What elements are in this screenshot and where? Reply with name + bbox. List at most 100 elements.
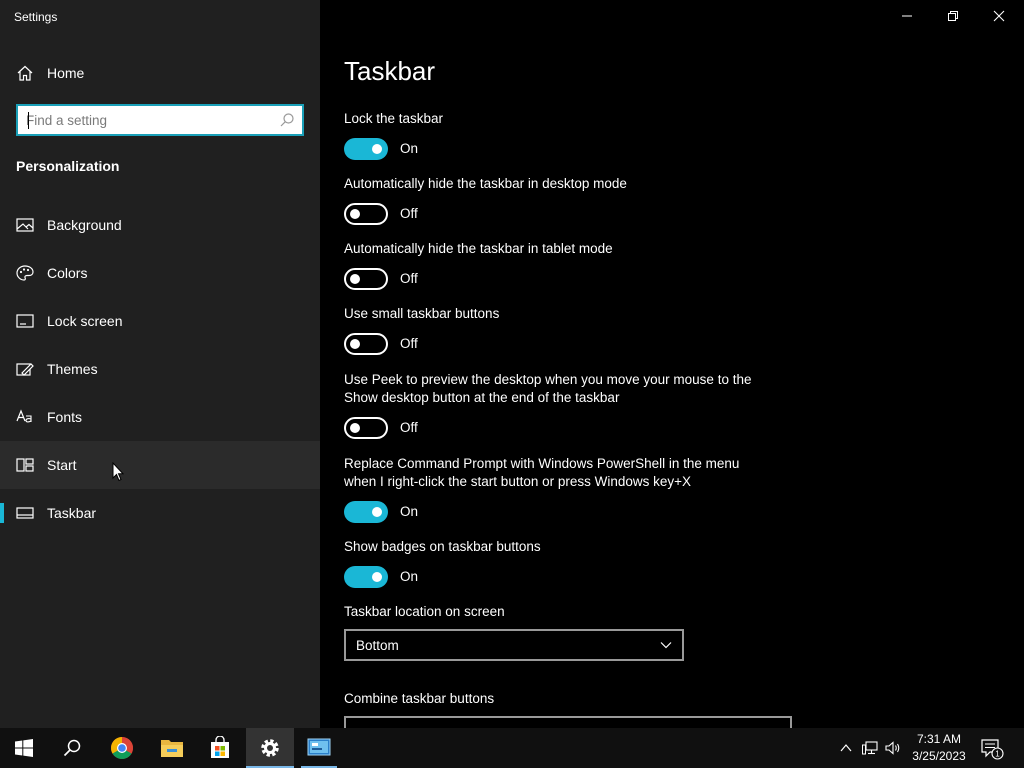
- sidebar-item-label: Background: [47, 217, 122, 233]
- setting-label: Automatically hide the taskbar in tablet…: [344, 241, 613, 256]
- sidebar-item-label: Colors: [47, 265, 88, 281]
- chrome-button[interactable]: [98, 728, 146, 768]
- main-panel: Taskbar Lock the taskbar On Automaticall…: [320, 0, 1024, 728]
- dropdown-value: Bottom: [356, 638, 399, 653]
- notification-icon[interactable]: 1: [980, 738, 1004, 760]
- toggle-knob: [350, 274, 360, 284]
- clock-time: 7:31 AM: [916, 732, 962, 746]
- setting-label: Use Peek to preview the desktop when you…: [344, 372, 752, 405]
- minimize-button[interactable]: [884, 0, 930, 32]
- themes-icon: [16, 363, 34, 376]
- toggle-state-label: Off: [400, 420, 418, 435]
- chevron-up-icon[interactable]: [838, 740, 854, 756]
- toggle-row: Off: [344, 268, 544, 290]
- search-input[interactable]: [26, 111, 276, 129]
- start-icon: [16, 458, 34, 472]
- store-icon: [211, 736, 229, 758]
- settings-button[interactable]: [246, 728, 294, 768]
- restore-icon: [948, 11, 958, 21]
- store-button[interactable]: [196, 728, 244, 768]
- toggle-row: On: [344, 501, 544, 523]
- control-panel-button[interactable]: [295, 728, 343, 768]
- setting-label: Taskbar location on screen: [344, 604, 505, 619]
- sidebar-item-background[interactable]: Background: [0, 201, 320, 249]
- sidebar: Settings Home Personalization Background…: [0, 0, 320, 728]
- minimize-icon: [902, 15, 912, 17]
- toggle-row: Off: [344, 203, 544, 225]
- toggle-state-label: On: [400, 141, 419, 156]
- page-title: Taskbar: [344, 56, 436, 86]
- sidebar-item-label: Start: [47, 457, 77, 473]
- toggle-state-label: Off: [400, 206, 418, 221]
- sidebar-item-label: Themes: [47, 361, 98, 377]
- clock[interactable]: 7:31 AM 3/25/2023: [908, 731, 970, 765]
- fonts-icon: [16, 409, 32, 423]
- toggle-switch[interactable]: [344, 203, 388, 225]
- home-label: Home: [47, 65, 85, 81]
- toggle-switch[interactable]: [344, 417, 388, 439]
- toggle-switch[interactable]: [344, 138, 388, 160]
- notification-count: 1: [995, 750, 1000, 759]
- setting-autohide-tablet: Automatically hide the taskbar in tablet…: [344, 240, 804, 290]
- setting-powershell: Replace Command Prompt with Windows Powe…: [344, 455, 764, 523]
- close-icon: [993, 10, 1005, 22]
- chrome-icon: [111, 737, 133, 759]
- sidebar-item-lock-screen[interactable]: Lock screen: [0, 297, 320, 345]
- mouse-cursor-icon: [112, 462, 124, 482]
- taskbar-icon: [16, 507, 34, 519]
- setting-label: Combine taskbar buttons: [344, 691, 495, 706]
- selection-indicator: [0, 503, 4, 523]
- search-icon[interactable]: [280, 113, 294, 127]
- setting-badges: Show badges on taskbar buttons On: [344, 538, 804, 588]
- toggle-state-label: On: [400, 504, 419, 519]
- chevron-down-icon: [660, 642, 672, 649]
- toggle-switch[interactable]: [344, 501, 388, 523]
- sidebar-item-label: Taskbar: [47, 505, 97, 521]
- combine-buttons-dropdown[interactable]: [344, 716, 792, 728]
- text-caret: [28, 112, 29, 129]
- setting-lock-taskbar: Lock the taskbar On: [344, 110, 804, 160]
- toggle-knob: [372, 572, 382, 582]
- toggle-knob: [350, 209, 360, 219]
- search-icon: [63, 739, 81, 757]
- setting-label: Replace Command Prompt with Windows Powe…: [344, 456, 740, 489]
- network-icon[interactable]: [862, 740, 878, 756]
- toggle-state-label: Off: [400, 271, 418, 286]
- taskbar: 7:31 AM 3/25/2023 1: [0, 728, 1024, 768]
- section-title: Personalization: [16, 158, 120, 174]
- search-box[interactable]: [16, 104, 304, 136]
- toggle-knob: [372, 507, 382, 517]
- close-button[interactable]: [976, 0, 1022, 32]
- setting-label: Use small taskbar buttons: [344, 306, 500, 321]
- search-button[interactable]: [48, 728, 96, 768]
- toggle-switch[interactable]: [344, 566, 388, 588]
- setting-label: Show badges on taskbar buttons: [344, 539, 541, 554]
- home-icon: [17, 65, 33, 81]
- sidebar-item-colors[interactable]: Colors: [0, 249, 320, 297]
- toggle-row: On: [344, 566, 544, 588]
- file-explorer-icon: [161, 740, 183, 757]
- palette-icon: [16, 265, 34, 281]
- windows-logo-icon: [15, 739, 33, 757]
- app-title: Settings: [14, 10, 58, 24]
- sidebar-item-themes[interactable]: Themes: [0, 345, 320, 393]
- volume-icon[interactable]: [885, 740, 901, 756]
- sidebar-item-start[interactable]: Start: [0, 441, 320, 489]
- settings-icon: [261, 739, 279, 757]
- start-button[interactable]: [0, 728, 48, 768]
- sidebar-item-taskbar[interactable]: Taskbar: [0, 489, 320, 537]
- sidebar-item-label: Lock screen: [47, 313, 123, 329]
- toggle-row: Off: [344, 417, 544, 439]
- sidebar-item-fonts[interactable]: Fonts: [0, 393, 320, 441]
- clock-date: 3/25/2023: [912, 749, 966, 763]
- sidebar-item-label: Fonts: [47, 409, 83, 425]
- file-explorer-button[interactable]: [148, 728, 196, 768]
- toggle-knob: [350, 339, 360, 349]
- toggle-switch[interactable]: [344, 268, 388, 290]
- restore-button[interactable]: [930, 0, 976, 32]
- setting-location: Taskbar location on screen: [344, 603, 804, 621]
- toggle-switch[interactable]: [344, 333, 388, 355]
- toggle-row: Off: [344, 333, 544, 355]
- sidebar-item-home[interactable]: Home: [0, 56, 320, 90]
- taskbar-location-dropdown[interactable]: Bottom: [344, 629, 684, 661]
